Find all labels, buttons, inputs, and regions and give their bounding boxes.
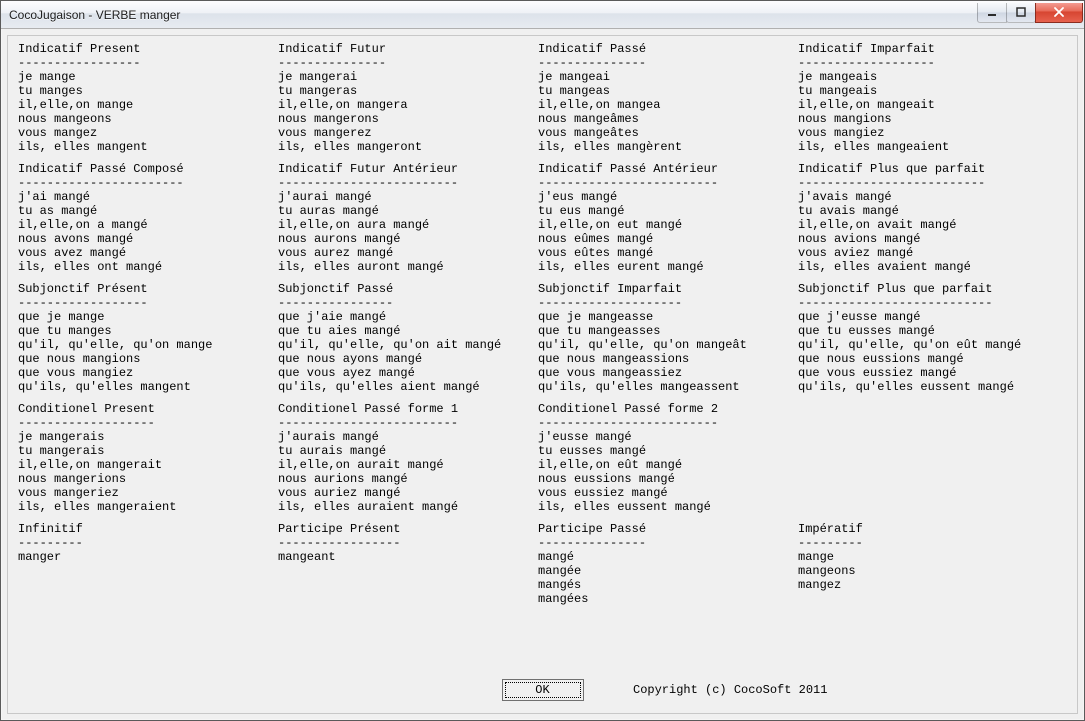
conjugation-block: Subjonctif Imparfait -------------------… [538,282,798,394]
conjugation-block: Indicatif Plus que parfait -------------… [798,162,1058,274]
conjugation-block: Indicatif Imparfait ------------------- … [798,42,1058,154]
conjugation-block: Conditionel Passé forme 1 --------------… [278,402,538,514]
conjugation-block: Infinitif --------- manger [18,522,278,606]
conjugation-block: Impératif --------- mange mangeons mange… [798,522,1058,606]
maximize-button[interactable] [1006,3,1036,23]
conjugation-block: Indicatif Present ----------------- je m… [18,42,278,154]
conjugation-block: Subjonctif Présent ------------------ qu… [18,282,278,394]
client-area: Indicatif Present ----------------- je m… [7,35,1078,714]
minimize-button[interactable] [977,3,1007,23]
conjugation-block: Indicatif Passé Antérieur --------------… [538,162,798,274]
copyright-text: Copyright (c) CocoSoft 2011 [633,683,827,697]
conjugation-block: Subjonctif Passé ---------------- que j'… [278,282,538,394]
conjugation-block [798,402,1058,514]
conjugation-block: Indicatif Passé --------------- je mange… [538,42,798,154]
ok-button-label: OK [535,683,549,697]
window-title: CocoJugaison - VERBE manger [9,8,180,22]
ok-button[interactable]: OK [502,679,584,701]
conjugation-block: Participe Passé --------------- mangé ma… [538,522,798,606]
conjugation-block: Participe Présent ----------------- mang… [278,522,538,606]
close-button[interactable] [1035,3,1083,23]
footer: OK Copyright (c) CocoSoft 2011 [8,677,1077,703]
maximize-icon [1016,7,1026,17]
app-window: CocoJugaison - VERBE manger Indicatif Pr… [0,0,1085,721]
conjugation-block: Indicatif Futur Antérieur --------------… [278,162,538,274]
minimize-icon [987,7,997,17]
window-controls [978,3,1083,23]
conjugation-grid: Indicatif Present ----------------- je m… [8,36,1077,606]
conjugation-block: Conditionel Passé forme 2 --------------… [538,402,798,514]
titlebar[interactable]: CocoJugaison - VERBE manger [1,1,1084,29]
conjugation-block: Indicatif Futur --------------- je mange… [278,42,538,154]
conjugation-block: Subjonctif Plus que parfait ------------… [798,282,1058,394]
close-icon [1053,7,1065,17]
conjugation-block: Conditionel Present ------------------- … [18,402,278,514]
conjugation-block: Indicatif Passé Composé ----------------… [18,162,278,274]
